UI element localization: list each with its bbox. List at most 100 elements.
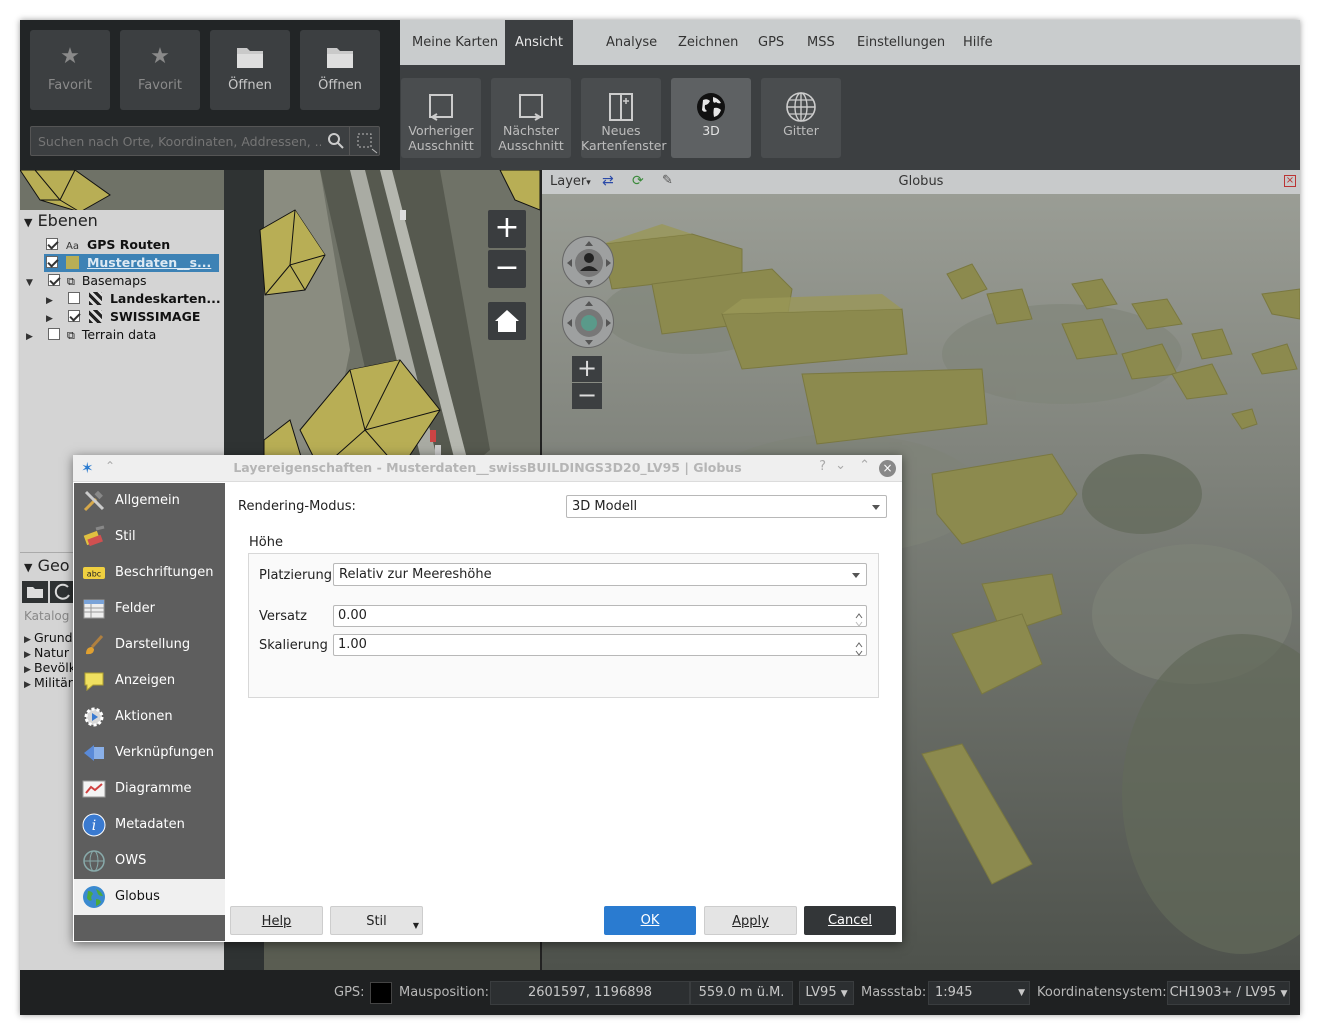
sidebar-label: Globus bbox=[115, 889, 160, 904]
open-folder-button[interactable] bbox=[22, 581, 48, 603]
sidebar-item-felder[interactable]: Felder bbox=[74, 591, 225, 627]
layer-checkbox[interactable] bbox=[67, 292, 80, 304]
panel-title: Geo bbox=[37, 556, 70, 575]
button-label: Ausschnitt bbox=[408, 138, 474, 153]
rendering-mode-select[interactable]: 3D Modell bbox=[566, 495, 887, 518]
spin-up-icon[interactable] bbox=[854, 607, 864, 619]
star-icon: ★ bbox=[60, 44, 80, 69]
expand-arrow-icon[interactable]: ▶ bbox=[24, 676, 34, 694]
cancel-button[interactable]: Cancel bbox=[804, 906, 896, 935]
tab-mss[interactable]: MSS bbox=[797, 20, 845, 65]
ok-button[interactable]: OK bbox=[604, 906, 696, 935]
rendering-mode-label: Rendering-Modus: bbox=[238, 499, 356, 514]
tab-einstellungen[interactable]: Einstellungen bbox=[847, 20, 955, 65]
zoom-out-button[interactable]: − bbox=[488, 250, 526, 288]
layer-checkbox[interactable] bbox=[67, 310, 80, 322]
button-label: 3D bbox=[702, 123, 720, 138]
layer-checkbox[interactable] bbox=[47, 274, 60, 286]
apply-button[interactable]: Apply bbox=[704, 906, 797, 935]
layer-item-swissimage[interactable]: ▶ SWISSIMAGE bbox=[46, 308, 200, 326]
dialog-titlebar[interactable]: ✶ ⌃ Layereigenschaften - Musterdaten__sw… bbox=[73, 455, 902, 482]
favorite-button-2[interactable]: ★ Favorit bbox=[120, 30, 200, 110]
layer-group-terrain[interactable]: ▶ ⧉ Terrain data bbox=[26, 326, 156, 344]
help-icon[interactable]: ? bbox=[819, 459, 826, 474]
expand-arrow-icon[interactable]: ▶ bbox=[26, 328, 36, 346]
spin-down-icon[interactable] bbox=[854, 616, 864, 627]
sidebar-item-diagramme[interactable]: Diagramme bbox=[74, 771, 225, 807]
style-button-label: Stil bbox=[366, 914, 387, 929]
style-menu-button[interactable]: Stil ▼ bbox=[330, 906, 423, 935]
sidebar-item-allgemein[interactable]: Allgemein bbox=[74, 483, 225, 519]
minimize-icon[interactable]: ⌄ bbox=[835, 458, 846, 473]
home-button[interactable] bbox=[488, 302, 526, 340]
area-select-icon[interactable] bbox=[349, 127, 379, 155]
close-icon[interactable]: × bbox=[1284, 175, 1296, 187]
sidebar-item-aktionen[interactable]: Aktionen bbox=[74, 699, 225, 735]
sidebar-label: Anzeigen bbox=[115, 673, 176, 688]
sidebar-item-metadaten[interactable]: i Metadaten bbox=[74, 807, 225, 843]
expand-arrow-icon[interactable]: ▼ bbox=[26, 274, 36, 292]
tab-gps[interactable]: GPS bbox=[748, 20, 794, 65]
chevron-down-icon: ▼ bbox=[1280, 989, 1288, 999]
sidebar-item-beschriftungen[interactable]: abc Beschriftungen bbox=[74, 555, 225, 591]
placement-select[interactable]: Relativ zur Meereshöhe bbox=[333, 563, 867, 586]
globe-zoom-in-button[interactable]: + bbox=[572, 356, 602, 382]
sidebar-item-stil[interactable]: Stil bbox=[74, 519, 225, 555]
tab-ansicht[interactable]: Ansicht bbox=[505, 20, 574, 65]
help-button[interactable]: Help bbox=[230, 906, 323, 935]
layer-group-basemaps[interactable]: ▼ ⧉ Basemaps bbox=[26, 272, 147, 290]
search-input[interactable] bbox=[31, 127, 321, 155]
sidebar-item-verknuepfungen[interactable]: Verknüpfungen bbox=[74, 735, 225, 771]
spin-up-icon[interactable] bbox=[854, 636, 864, 648]
sidebar-item-anzeigen[interactable]: Anzeigen bbox=[74, 663, 225, 699]
button-label: Neues bbox=[601, 123, 641, 138]
tab-hilfe[interactable]: Hilfe bbox=[953, 20, 1003, 65]
layers-panel-header: ▼ Ebenen bbox=[20, 210, 224, 232]
layer-checkbox[interactable] bbox=[46, 256, 58, 268]
tab-meine-karten[interactable]: Meine Karten bbox=[402, 20, 508, 65]
tab-zeichnen[interactable]: Zeichnen bbox=[668, 20, 748, 65]
zoom-in-button[interactable]: + bbox=[488, 210, 526, 248]
favorite-button-1[interactable]: ★ Favorit bbox=[30, 30, 110, 110]
sidebar-item-darstellung[interactable]: Darstellung bbox=[74, 627, 225, 663]
catalog-item[interactable]: ▶ Militär bbox=[24, 674, 73, 692]
scale-label: Massstab: bbox=[861, 985, 927, 1000]
maximize-icon[interactable]: ⌃ bbox=[859, 458, 870, 473]
folder-icon bbox=[22, 587, 48, 607]
crs-combo[interactable]: CH1903+ / LV95 ▼ bbox=[1167, 981, 1290, 1005]
grid-globe-icon bbox=[785, 91, 817, 123]
globe-zoom-out-button[interactable]: − bbox=[572, 383, 602, 409]
close-icon[interactable]: × bbox=[879, 460, 896, 477]
new-map-window-button[interactable]: Neues Kartenfenster bbox=[581, 78, 667, 158]
3d-button[interactable]: 3D bbox=[671, 78, 751, 158]
grid-button[interactable]: Gitter bbox=[761, 78, 841, 158]
search-icon[interactable] bbox=[327, 132, 345, 150]
open-button-2[interactable]: Öffnen bbox=[300, 30, 380, 110]
layer-item-musterdaten[interactable]: Musterdaten__s... bbox=[44, 254, 219, 272]
layer-checkbox[interactable] bbox=[46, 238, 58, 250]
previous-extent-button[interactable]: Vorheriger Ausschnitt bbox=[401, 78, 481, 158]
crs-selector[interactable]: LV95 ▼ bbox=[799, 981, 854, 1005]
globe-title: Globus bbox=[898, 174, 944, 189]
placement-value: Relativ zur Meereshöhe bbox=[339, 567, 492, 582]
spin-down-icon[interactable] bbox=[854, 645, 864, 656]
scale-spinbox[interactable]: 1.00 bbox=[333, 634, 867, 656]
sidebar-label: Beschriftungen bbox=[115, 565, 214, 580]
gps-status-indicator[interactable] bbox=[370, 982, 392, 1004]
scale-combo[interactable]: 1:945 ▼ bbox=[928, 981, 1030, 1005]
collapse-arrow-icon[interactable]: ▼ bbox=[24, 216, 32, 229]
layer-checkbox[interactable] bbox=[47, 328, 60, 340]
layer-item-landeskarten[interactable]: ▶ Landeskarten... bbox=[46, 290, 221, 308]
tab-analyse[interactable]: Analyse bbox=[596, 20, 667, 65]
sidebar-item-globus[interactable]: Globus bbox=[74, 879, 225, 915]
chevron-down-icon: ▼ bbox=[412, 921, 419, 930]
home-icon bbox=[492, 309, 522, 344]
offset-spinbox[interactable]: 0.00 bbox=[333, 605, 867, 627]
pan-navigator[interactable] bbox=[562, 296, 614, 348]
collapse-arrow-icon[interactable]: ▼ bbox=[24, 561, 32, 574]
layer-item-gps-routes[interactable]: Aa GPS Routen bbox=[46, 236, 170, 254]
next-extent-button[interactable]: Nächster Ausschnitt bbox=[491, 78, 571, 158]
look-navigator[interactable] bbox=[562, 236, 614, 288]
open-button-1[interactable]: Öffnen bbox=[210, 30, 290, 110]
sidebar-item-ows[interactable]: OWS bbox=[74, 843, 225, 879]
